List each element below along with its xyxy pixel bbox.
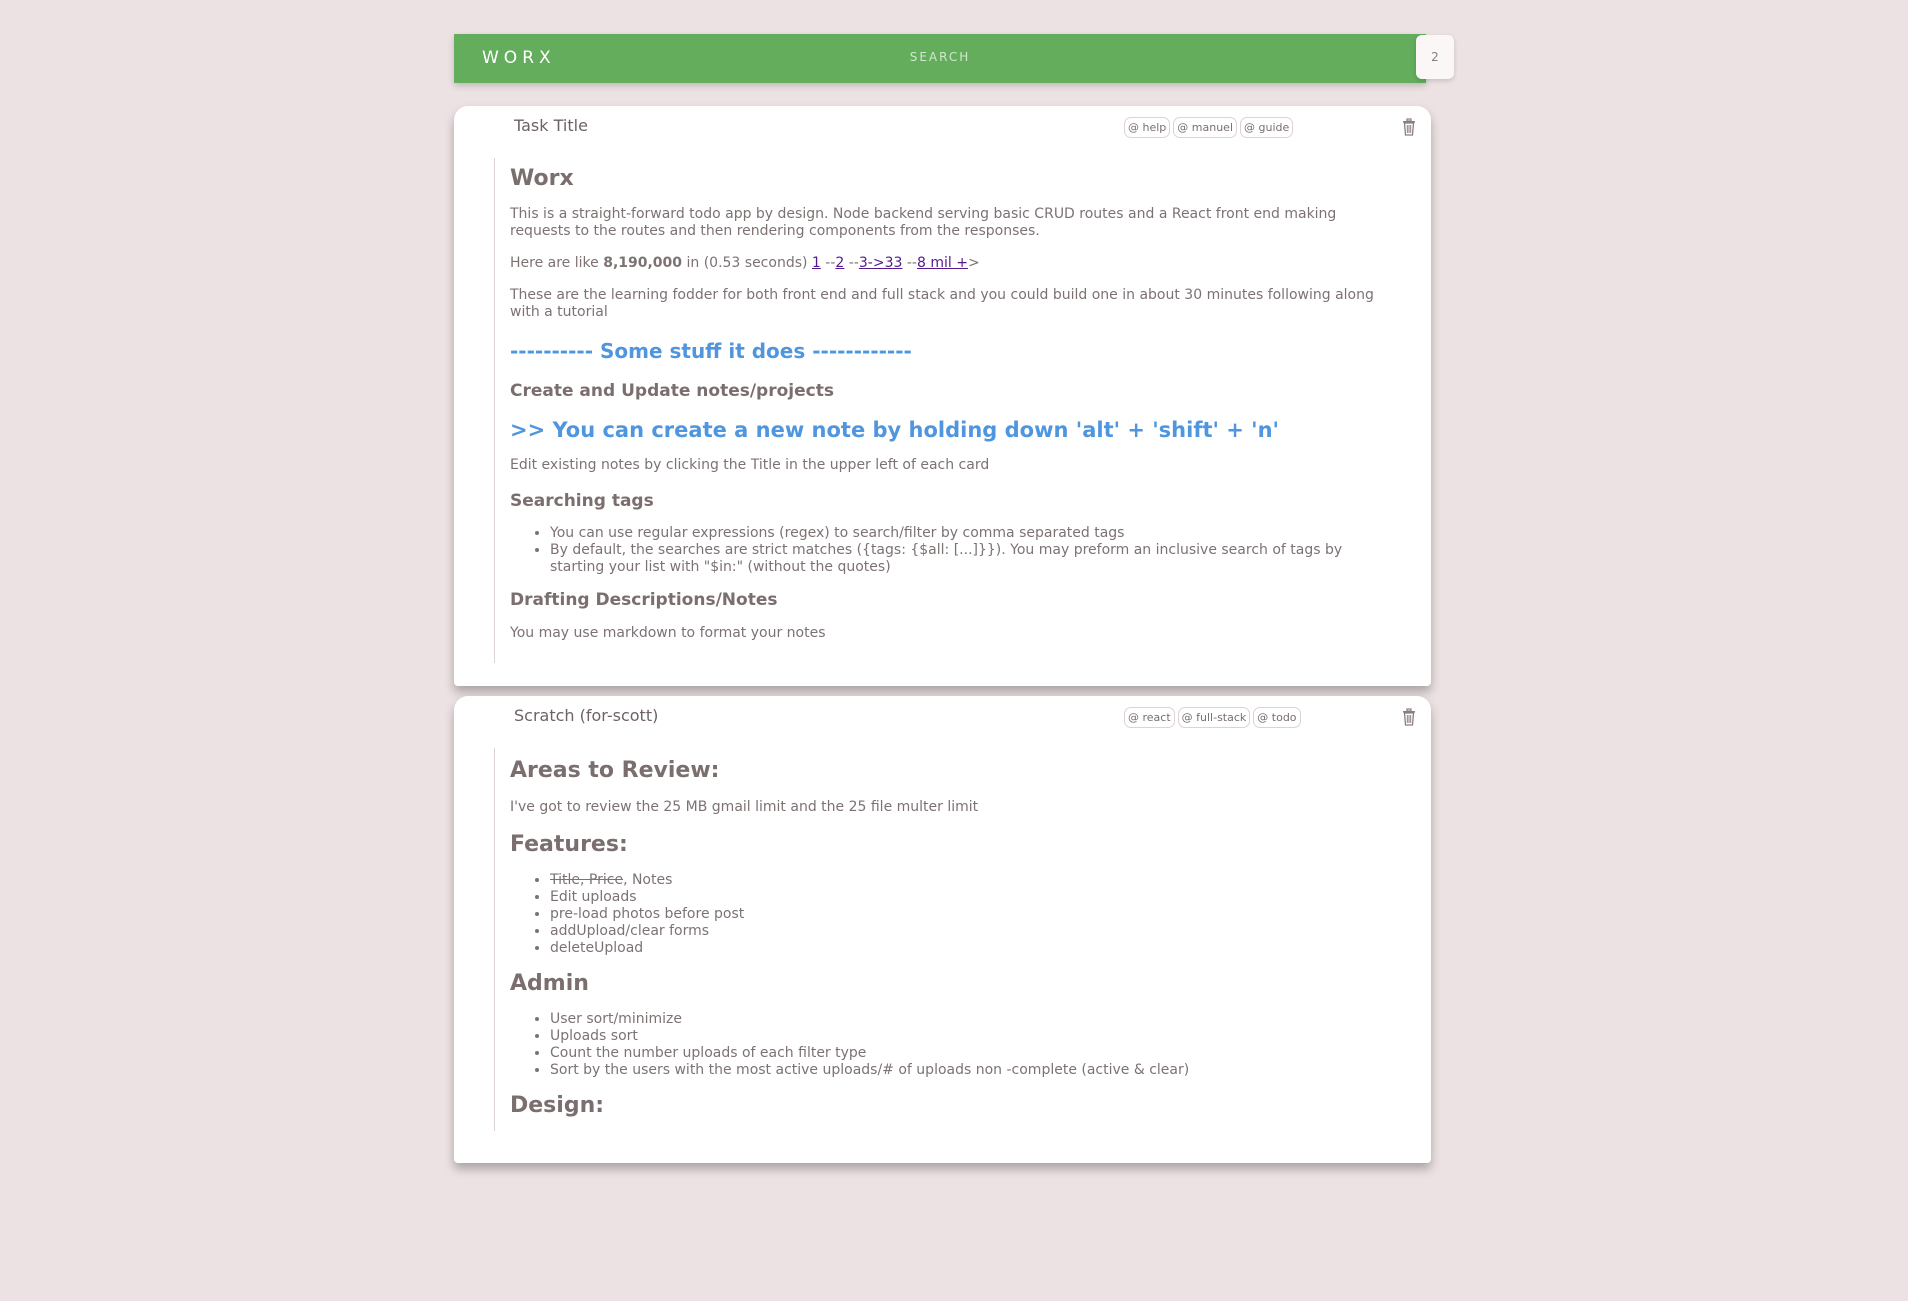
- note-card: Task Title @ help @ manuel @ guide Worx …: [454, 106, 1431, 686]
- link-3-33[interactable]: 3->33: [859, 255, 903, 271]
- list-item: addUpload/clear forms: [550, 923, 1376, 940]
- card-title[interactable]: Task Title: [514, 116, 588, 135]
- tag-list: @ help @ manuel @ guide: [1124, 117, 1294, 138]
- markdown-heading: Drafting Descriptions/Notes: [510, 590, 778, 610]
- markdown-heading: Design:: [510, 1093, 605, 1118]
- note-card: Scratch (for-scott) @ react @ full-stack…: [454, 696, 1431, 1163]
- list-item: User sort/minimize: [550, 1011, 1376, 1028]
- text: , Notes: [623, 872, 673, 888]
- trash-icon[interactable]: [1401, 708, 1417, 726]
- tag[interactable]: @ manuel: [1173, 117, 1238, 138]
- card-title[interactable]: Scratch (for-scott): [514, 706, 658, 725]
- markdown-paragraph: Here are like 8,190,000 in (0.53 seconds…: [510, 255, 1376, 272]
- list-item: deleteUpload: [550, 940, 1376, 957]
- list-item: Count the number uploads of each filter …: [550, 1045, 1376, 1062]
- link-8-mil[interactable]: 8 mil +: [917, 255, 968, 271]
- markdown-paragraph: I've got to review the 25 MB gmail limit…: [510, 799, 979, 815]
- tag[interactable]: @ full-stack: [1177, 707, 1251, 728]
- markdown-paragraph: Edit existing notes by clicking the Titl…: [510, 457, 990, 473]
- markdown-heading: >> You can create a new note by holding …: [510, 418, 1279, 442]
- list-item: pre-load photos before post: [550, 906, 1376, 923]
- markdown-list: User sort/minimize Uploads sort Count th…: [510, 1011, 1376, 1079]
- link-1[interactable]: 1: [812, 255, 821, 271]
- tag[interactable]: @ help: [1124, 117, 1171, 138]
- list-item: Uploads sort: [550, 1028, 1376, 1045]
- list-item: Edit uploads: [550, 889, 1376, 906]
- list-item: Title, Price, Notes: [550, 872, 1376, 889]
- separator: --: [820, 255, 836, 271]
- markdown-heading: Create and Update notes/projects: [510, 381, 834, 401]
- markdown-list: You can use regular expressions (regex) …: [510, 525, 1376, 576]
- list-item: Sort by the users with the most active u…: [550, 1062, 1376, 1079]
- markdown-paragraph: This is a straight-forward todo app by d…: [510, 206, 1337, 239]
- markdown-heading: Searching tags: [510, 491, 654, 511]
- brand-logo[interactable]: WORX: [482, 48, 556, 68]
- struck-text: Title, Price: [550, 872, 624, 888]
- text: >: [967, 255, 980, 271]
- text: Here are like: [510, 255, 604, 271]
- separator: --: [902, 255, 917, 271]
- trash-icon[interactable]: [1401, 118, 1417, 136]
- tag[interactable]: @ todo: [1253, 707, 1301, 728]
- markdown-heading: Areas to Review:: [510, 758, 720, 783]
- text: in (0.53 seconds): [682, 255, 812, 271]
- markdown-heading: Features:: [510, 832, 628, 857]
- card-description: Areas to Review: I've got to review the …: [494, 748, 1376, 1131]
- top-bar: WORX: [454, 34, 1426, 83]
- markdown-paragraph: These are the learning fodder for both f…: [510, 287, 1374, 320]
- bold-count: 8,190,000: [603, 255, 683, 271]
- tag[interactable]: @ guide: [1240, 117, 1294, 138]
- markdown-heading: Worx: [510, 166, 574, 191]
- separator: --: [844, 255, 859, 271]
- list-item: By default, the searches are strict matc…: [550, 542, 1376, 576]
- note-count-badge[interactable]: 2: [1416, 35, 1454, 79]
- link-2[interactable]: 2: [835, 255, 844, 271]
- tag-list: @ react @ full-stack @ todo: [1124, 707, 1301, 728]
- search-input[interactable]: [818, 49, 1062, 65]
- markdown-list: Title, Price, Notes Edit uploads pre-loa…: [510, 872, 1376, 957]
- list-item: You can use regular expressions (regex) …: [550, 525, 1376, 542]
- markdown-paragraph: You may use markdown to format your note…: [510, 625, 826, 641]
- card-description: Worx This is a straight-forward todo app…: [494, 158, 1376, 663]
- markdown-heading: ---------- Some stuff it does ----------…: [510, 339, 912, 363]
- markdown-heading: Admin: [510, 971, 589, 996]
- tag[interactable]: @ react: [1124, 707, 1175, 728]
